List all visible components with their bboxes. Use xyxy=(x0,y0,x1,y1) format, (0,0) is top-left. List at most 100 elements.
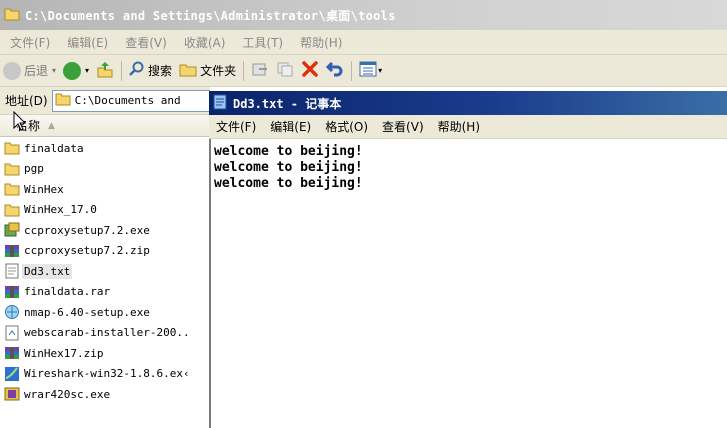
file-name: WinHex17.zip xyxy=(24,346,104,360)
back-arrow-icon xyxy=(3,61,21,80)
folder-icon xyxy=(4,161,20,177)
folder-icon xyxy=(4,140,20,156)
menu-edit[interactable]: 编辑(E) xyxy=(67,34,108,51)
file-list-item[interactable]: WinHex xyxy=(0,179,209,200)
undo-button[interactable] xyxy=(325,60,344,81)
file-name: wrar420sc.exe xyxy=(24,387,111,401)
up-button[interactable] xyxy=(96,60,114,81)
file-list-item[interactable]: finaldata.rar xyxy=(0,282,209,303)
back-button[interactable]: 后退 ▾ xyxy=(3,61,56,80)
installer-icon xyxy=(4,222,20,238)
sort-ascending-icon: ▲ xyxy=(48,120,55,131)
folder-icon xyxy=(55,92,71,109)
file-name: finaldata xyxy=(24,141,84,155)
notepad-menu-edit[interactable]: 编辑(E) xyxy=(270,118,311,135)
notepad-icon xyxy=(212,94,228,113)
toolbar-separator xyxy=(243,60,245,81)
notepad-menu-bar: 文件(F) 编辑(E) 格式(O) 查看(V) 帮助(H) xyxy=(209,115,727,139)
address-input[interactable]: C:\Documents and xyxy=(51,89,210,112)
copy-to-icon xyxy=(276,60,294,81)
move-to-button[interactable] xyxy=(251,60,269,81)
address-bar: 地址(D) C:\Documents and xyxy=(0,87,210,115)
search-button[interactable]: 搜索 xyxy=(129,61,172,80)
file-name: Dd3.txt xyxy=(22,263,73,279)
file-list-item[interactable]: WinHex17.zip xyxy=(0,343,209,364)
folders-icon xyxy=(179,61,197,80)
folders-button[interactable]: 文件夹 xyxy=(179,61,236,80)
toolbar-separator xyxy=(121,60,123,81)
delete-button[interactable] xyxy=(301,60,319,81)
file-name: ccproxysetup7.2.exe xyxy=(24,223,150,237)
address-label: 地址(D) xyxy=(5,94,48,108)
archive-icon xyxy=(4,345,20,361)
search-icon xyxy=(129,61,145,80)
file-list-item[interactable]: nmap-6.40-setup.exe xyxy=(0,302,209,323)
jar-file-icon xyxy=(4,325,20,341)
copy-to-button[interactable] xyxy=(276,60,294,81)
file-list-item[interactable]: ccproxysetup7.2.zip xyxy=(0,241,209,262)
file-list-item[interactable]: Dd3.txt xyxy=(0,261,209,282)
notepad-menu-help[interactable]: 帮助(H) xyxy=(438,118,480,135)
nmap-icon xyxy=(4,304,20,320)
views-button[interactable]: ▾ xyxy=(359,61,382,80)
back-label: 后退 xyxy=(24,64,49,78)
file-list-pane[interactable]: 名称 ▲ finaldata pgp WinHex WinHex_17.0ccprox… xyxy=(0,115,210,428)
file-list-item[interactable]: finaldata xyxy=(0,138,209,159)
explorer-title: C:\Documents and Settings\Administrator\… xyxy=(25,8,396,23)
up-folder-icon xyxy=(96,60,114,81)
delete-x-icon xyxy=(301,60,319,81)
folder-icon xyxy=(4,202,20,218)
folders-label: 文件夹 xyxy=(200,64,237,78)
text-file-icon xyxy=(4,263,20,279)
file-list-item[interactable]: ccproxysetup7.2.exe xyxy=(0,220,209,241)
notepad-window: Dd3.txt - 记事本 文件(F) 编辑(E) 格式(O) 查看(V) 帮助… xyxy=(209,91,727,428)
file-list-item[interactable]: webscarab-installer-200.. xyxy=(0,323,209,344)
archive-icon xyxy=(4,243,20,259)
text-line: welcome to beijing! xyxy=(214,144,363,159)
mouse-cursor-icon xyxy=(13,110,27,131)
text-line: welcome to beijing! xyxy=(214,176,363,191)
column-header-name[interactable]: 名称 ▲ xyxy=(0,115,209,137)
menu-file[interactable]: 文件(F) xyxy=(10,34,50,51)
archive-icon xyxy=(4,284,20,300)
explorer-title-bar[interactable]: C:\Documents and Settings\Administrator\… xyxy=(0,0,727,30)
winrar-installer-icon xyxy=(4,386,20,402)
explorer-menu-bar: 文件(F) 编辑(E) 查看(V) 收藏(A) 工具(T) 帮助(H) xyxy=(0,30,727,55)
folder-icon xyxy=(4,181,20,197)
menu-tools[interactable]: 工具(T) xyxy=(242,34,283,51)
address-value: C:\Documents and xyxy=(74,94,181,107)
notepad-menu-file[interactable]: 文件(F) xyxy=(216,118,256,135)
menu-favorites[interactable]: 收藏(A) xyxy=(184,34,226,51)
file-name: WinHex_17.0 xyxy=(24,203,97,217)
search-label: 搜索 xyxy=(148,64,173,78)
notepad-menu-format[interactable]: 格式(O) xyxy=(325,118,368,135)
menu-view[interactable]: 查看(V) xyxy=(125,34,167,51)
file-list-item[interactable]: WinHex_17.0 xyxy=(0,200,209,221)
toolbar-separator xyxy=(351,60,353,81)
folder-icon xyxy=(4,7,20,24)
file-list-item[interactable]: wrar420sc.exe xyxy=(0,384,209,405)
chevron-down-icon[interactable]: ▾ xyxy=(52,66,56,75)
notepad-title: Dd3.txt - 记事本 xyxy=(233,96,342,111)
file-name: pgp xyxy=(24,162,44,176)
chevron-down-icon[interactable]: ▾ xyxy=(85,66,89,75)
notepad-text-area[interactable]: welcome to beijing! welcome to beijing! … xyxy=(209,139,727,428)
views-grid-icon xyxy=(359,61,377,80)
wireshark-icon xyxy=(4,366,20,382)
notepad-menu-view[interactable]: 查看(V) xyxy=(382,118,424,135)
file-list-item[interactable]: Wireshark-win32-1.8.6.ex‹ xyxy=(0,364,209,385)
explorer-toolbar: 后退 ▾ ▾ 搜索 文件夹 ▾ xyxy=(0,55,727,87)
file-name: finaldata.rar xyxy=(24,285,111,299)
forward-arrow-icon xyxy=(63,61,82,80)
undo-icon xyxy=(325,60,344,81)
file-name: ccproxysetup7.2.zip xyxy=(24,244,150,258)
text-line: welcome to beijing! xyxy=(214,160,363,175)
forward-button[interactable]: ▾ xyxy=(63,61,89,80)
chevron-down-icon[interactable]: ▾ xyxy=(378,66,382,75)
menu-help[interactable]: 帮助(H) xyxy=(300,34,342,51)
file-list-item[interactable]: pgp xyxy=(0,159,209,180)
file-name: WinHex xyxy=(24,182,64,196)
notepad-title-bar[interactable]: Dd3.txt - 记事本 xyxy=(209,91,727,115)
file-name: nmap-6.40-setup.exe xyxy=(24,305,150,319)
file-name: Wireshark-win32-1.8.6.ex‹ xyxy=(24,367,190,381)
